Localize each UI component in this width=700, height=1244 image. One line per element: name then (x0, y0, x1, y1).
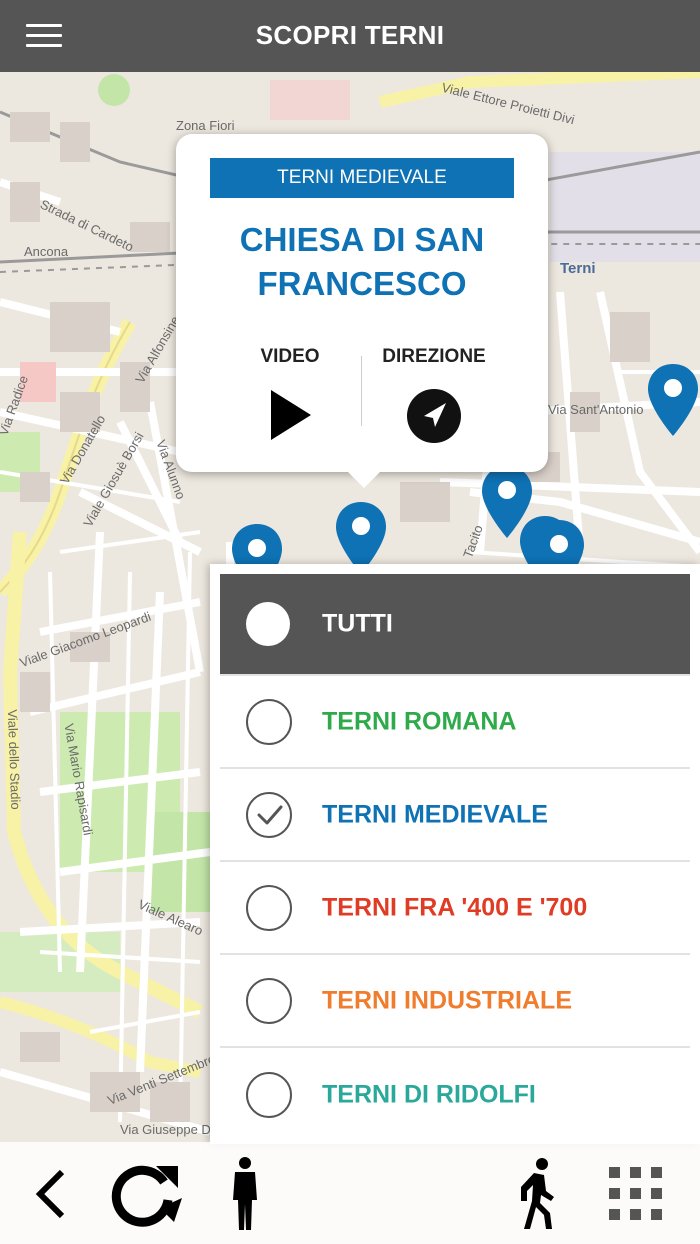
filter-option-terni-romana[interactable]: TERNI ROMANA (220, 676, 690, 769)
video-label: VIDEO (260, 346, 320, 367)
filter-label: TERNI ROMANA (322, 707, 517, 735)
popup-tail (346, 470, 382, 488)
standing-person-button[interactable] (220, 1157, 270, 1230)
radio-button[interactable] (246, 698, 292, 745)
page-title: SCOPRI TERNI (255, 20, 445, 50)
play-icon[interactable] (267, 388, 313, 442)
checkmark-icon (257, 805, 283, 824)
filter-option-terni-industriale[interactable]: TERNI INDUSTRIALE (220, 955, 690, 1048)
back-icon (35, 1169, 65, 1219)
street-label: Via Sant'Antonio (548, 402, 644, 417)
filter-option-terni-medievale[interactable]: TERNI MEDIEVALE (220, 769, 690, 862)
navigation-arrow-icon[interactable] (406, 388, 462, 444)
filter-option-all[interactable]: TUTTI (220, 574, 690, 676)
map-pin-icon[interactable] (646, 362, 700, 438)
filter-label: TERNI MEDIEVALE (322, 800, 548, 828)
filter-label: TUTTI (322, 609, 393, 638)
category-filter-panel: TUTTI TERNI ROMANA TERNI MEDIEVALE TERNI… (210, 564, 700, 1144)
video-button[interactable]: VIDEO (220, 346, 360, 442)
direction-label: DIREZIONE (382, 346, 486, 367)
refresh-button[interactable] (104, 1158, 184, 1230)
street-label: Terni (560, 260, 596, 277)
app-header: SCOPRI TERNI (0, 0, 700, 72)
poi-popup: TERNI MEDIEVALE CHIESA DI SAN FRANCESCO … (176, 134, 548, 488)
radio-button[interactable] (246, 977, 292, 1024)
filter-label: TERNI INDUSTRIALE (322, 986, 572, 1014)
popup-divider (361, 356, 362, 426)
filter-label: TERNI DI RIDOLFI (322, 1080, 536, 1108)
popup-title: CHIESA DI SAN FRANCESCO (239, 221, 485, 302)
refresh-icon (111, 1165, 182, 1227)
back-button[interactable] (22, 1158, 78, 1230)
grid-menu-icon (609, 1167, 662, 1220)
street-label: Ancona (24, 244, 69, 259)
filter-option-terni-400-700[interactable]: TERNI FRA '400 E '700 (220, 862, 690, 955)
grid-menu-button[interactable] (604, 1158, 668, 1230)
walking-icon (521, 1158, 554, 1229)
person-standing-icon (233, 1157, 257, 1230)
filter-option-terni-ridolfi[interactable]: TERNI DI RIDOLFI (220, 1048, 690, 1141)
radio-button[interactable] (246, 602, 290, 646)
radio-button[interactable] (246, 1071, 292, 1118)
street-label: Zona Fiori (176, 118, 235, 133)
direction-button[interactable]: DIREZIONE (364, 346, 504, 444)
popup-category-badge: TERNI MEDIEVALE (210, 158, 514, 198)
radio-button[interactable] (246, 884, 292, 931)
filter-label: TERNI FRA '400 E '700 (322, 893, 588, 921)
bottom-toolbar (0, 1142, 700, 1244)
walking-button[interactable] (506, 1158, 566, 1230)
radio-button[interactable] (246, 791, 292, 838)
